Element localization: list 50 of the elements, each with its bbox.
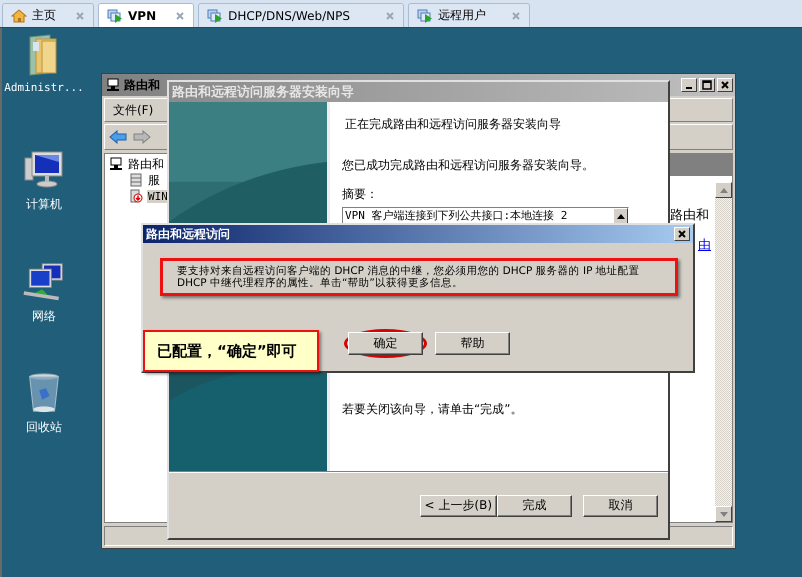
menu-item[interactable]: 文件(F) xyxy=(113,102,154,118)
house-icon xyxy=(11,8,27,24)
server-computer-icon xyxy=(109,157,123,171)
tab[interactable]: VPN xyxy=(98,3,194,27)
server-computer-icon xyxy=(106,78,120,92)
minimize-button[interactable] xyxy=(681,78,697,92)
server-alert-icon xyxy=(129,189,143,203)
dialog-message: 要支持对来自远程访问客户端的 DHCP 消息的中继，您必须用您的 DHCP 服务器的 IP 地址配置 DHCP 中继代理程序的属性。单击“帮助”以获得更多信息。 xyxy=(160,258,678,296)
up-arrow-icon[interactable] xyxy=(616,214,624,219)
close-icon xyxy=(677,229,687,239)
link[interactable]: 由 xyxy=(698,236,711,254)
tree-item[interactable]: WIN xyxy=(147,190,169,202)
minimize-icon xyxy=(686,87,692,89)
vm-play-icon xyxy=(416,8,433,24)
desktop-icon-label[interactable]: 网络 xyxy=(32,308,56,325)
close-button[interactable] xyxy=(717,78,733,92)
desktop-icon-label[interactable]: Administr... xyxy=(4,81,84,94)
vm-play-icon xyxy=(207,8,224,24)
wizard-button[interactable]: 完成 xyxy=(497,494,572,516)
tab[interactable]: 主页 xyxy=(2,3,94,27)
down-arrow-icon[interactable] xyxy=(720,512,728,516)
forward-arrow-icon[interactable] xyxy=(133,130,151,144)
wizard-button[interactable]: 取消 xyxy=(583,494,658,516)
server-icon xyxy=(129,173,143,187)
back-arrow-icon[interactable] xyxy=(109,130,127,144)
annotation-callout: 已配置，“确定”即可 xyxy=(143,330,319,372)
maximize-icon xyxy=(702,80,712,90)
desktop-icon-label[interactable]: 计算机 xyxy=(26,196,62,213)
summary-label: 摘要： xyxy=(342,186,378,203)
wizard-heading: 正在完成路由和远程访问服务器安装向导 xyxy=(345,116,561,133)
dialog-button[interactable]: 帮助 xyxy=(435,332,510,355)
wizard-button[interactable]: < 上一步(B) xyxy=(420,494,497,516)
wizard-text: 您已成功完成路由和远程访问服务器安装向导。 xyxy=(342,157,594,174)
wizard-text: 若要关闭该向导，请单击“完成”。 xyxy=(342,401,522,418)
dialog-title: 路由和远程访问 xyxy=(146,226,230,242)
window-title: 路由和 xyxy=(124,76,160,94)
summary-line: VPN 客户端连接到下列公共接口:本地连接 2 xyxy=(344,209,568,222)
close-button[interactable] xyxy=(674,227,690,241)
tree-item[interactable]: 服 xyxy=(147,172,161,188)
tree-item[interactable]: 路由和 xyxy=(127,156,165,172)
dialog-button[interactable]: 确定 xyxy=(348,332,423,355)
tab[interactable]: DHCP/DNS/Web/NPS xyxy=(198,3,404,27)
window-title: 路由和远程访问服务器安装向导 xyxy=(172,84,354,101)
desktop-icon-label[interactable]: 回收站 xyxy=(26,419,62,436)
tab[interactable]: 远程用户 xyxy=(408,3,530,27)
scrollbar[interactable] xyxy=(715,182,732,522)
close-icon xyxy=(720,80,730,90)
description-text: 路由和 xyxy=(670,207,709,224)
maximize-button[interactable] xyxy=(699,78,715,92)
vm-play-icon xyxy=(107,8,123,24)
